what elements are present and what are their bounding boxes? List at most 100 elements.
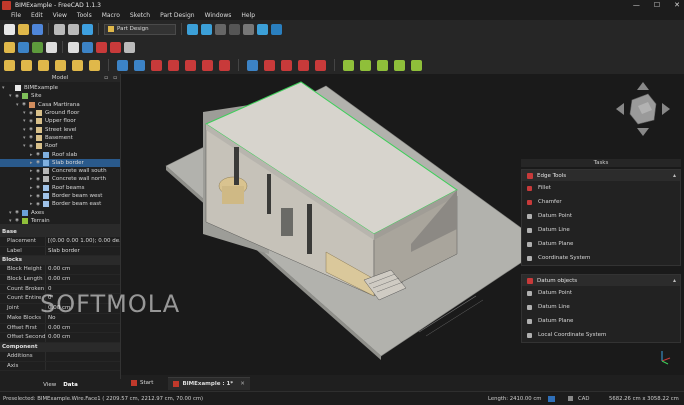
tree-item[interactable]: ▾ ◉ Axes [0, 208, 120, 216]
tree-item[interactable]: ▾ ◉ Roof [0, 142, 120, 150]
visibility-eye-icon[interactable]: ◉ [15, 210, 22, 215]
nav-arrow-right-icon[interactable] [662, 103, 670, 115]
groove-icon[interactable] [151, 59, 162, 71]
task-item[interactable]: Chamfer [522, 195, 680, 209]
visibility-eye-icon[interactable]: ◉ [29, 127, 36, 132]
property-value[interactable]: 0.00 cm [45, 304, 120, 313]
clone-icon[interactable] [32, 41, 43, 53]
task-item[interactable]: Coordinate System [522, 251, 680, 265]
parameters-icon[interactable] [46, 41, 57, 53]
property-value[interactable]: [(0.00 0.00 1.00); 0.00 de... [45, 237, 120, 246]
tree-item[interactable]: ▾ ◉ Street level [0, 125, 120, 133]
tree-item[interactable]: ▾ ◉ Casa Martirana [0, 101, 120, 109]
visibility-eye-icon[interactable]: ◉ [36, 152, 43, 157]
display-mode-icon[interactable] [548, 395, 555, 402]
tree-item[interactable]: ▸ ◉ Roof beams [0, 184, 120, 192]
draft-icon[interactable] [298, 59, 309, 71]
boolean-icon[interactable] [247, 59, 258, 71]
task-item[interactable]: Datum Plane [522, 314, 680, 328]
menu-tools[interactable]: Tools [72, 12, 97, 19]
property-row[interactable]: Placement [(0.00 0.00 1.00); 0.00 de... [0, 237, 120, 247]
property-section-header[interactable]: Blocks [0, 256, 120, 266]
property-row[interactable]: Block Length 0.00 cm [0, 275, 120, 285]
scaled-icon[interactable] [411, 59, 422, 71]
tab-close-icon[interactable]: ✕ [240, 381, 245, 387]
multi-transform-icon[interactable] [394, 59, 405, 71]
hole-icon[interactable] [134, 59, 145, 71]
menu-windows[interactable]: Windows [200, 12, 237, 19]
fit-selection-icon[interactable] [201, 23, 212, 35]
property-value[interactable]: 0 [45, 284, 120, 294]
tree-item[interactable]: ▾ ◉ Terrain [0, 217, 120, 224]
subtractive-helix-icon[interactable] [202, 59, 213, 71]
property-value[interactable] [45, 351, 120, 361]
visibility-eye-icon[interactable]: ◉ [29, 135, 36, 140]
select-icon[interactable] [68, 41, 79, 53]
task-group-header[interactable]: Edge Tools ▴ [522, 170, 680, 181]
subtractive-box-icon[interactable] [219, 59, 230, 71]
new-document-icon[interactable] [4, 23, 15, 35]
view-isometric-icon[interactable] [243, 23, 254, 35]
task-item[interactable]: Datum Point [522, 209, 680, 223]
mirrored-icon[interactable] [343, 59, 354, 71]
tree-item[interactable]: ▸ ◉ Concrete wall north [0, 175, 120, 183]
datum-point-icon[interactable] [110, 41, 121, 53]
pocket-icon[interactable] [117, 59, 128, 71]
tree-item[interactable]: ▾ ◉ Site [0, 92, 120, 100]
pad-icon[interactable] [4, 59, 15, 71]
tree-item[interactable]: ▾ BIMExample [0, 84, 120, 92]
property-row[interactable]: Count Entire 0 [0, 294, 120, 305]
visibility-eye-icon[interactable]: ◉ [36, 169, 43, 174]
task-item[interactable]: Local Coordinate System [522, 328, 680, 342]
collapse-chevron-icon[interactable]: ▴ [673, 277, 676, 284]
visibility-eye-icon[interactable]: ◉ [36, 160, 43, 165]
property-value[interactable]: 0.00 cm [45, 323, 120, 333]
navigation-cube[interactable] [612, 78, 674, 140]
nav-arrow-left-icon[interactable] [616, 103, 624, 115]
task-group-header[interactable]: Datum objects ▴ [522, 275, 680, 286]
fit-all-icon[interactable] [187, 23, 198, 35]
task-item[interactable]: Datum Plane [522, 237, 680, 251]
menu-macro[interactable]: Macro [97, 12, 125, 19]
validate-sketch-icon[interactable] [96, 41, 107, 53]
workbench-selector[interactable]: Part Design [104, 23, 176, 35]
task-item[interactable]: Datum Point [522, 286, 680, 300]
property-row[interactable]: Block Height 0.00 cm [0, 265, 120, 276]
maximize-button[interactable]: ☐ [654, 1, 660, 9]
thickness-icon[interactable] [315, 59, 326, 71]
view-front-icon[interactable] [257, 23, 268, 35]
expand-arrow-icon[interactable]: ▾ [2, 85, 8, 91]
tree-item[interactable]: ▾ ◉ Ground floor [0, 109, 120, 117]
menu-edit[interactable]: Edit [26, 12, 48, 19]
tree-item[interactable]: ▸ ◉ Border beam east [0, 200, 120, 208]
polar-pattern-icon[interactable] [377, 59, 388, 71]
visibility-eye-icon[interactable]: ◉ [29, 119, 36, 124]
datum-line-icon[interactable] [124, 41, 135, 53]
undo-icon[interactable] [54, 23, 65, 35]
chamfer-icon[interactable] [281, 59, 292, 71]
tab-bimexample[interactable]: BIMExample : 1* ✕ [168, 376, 250, 390]
tree-item[interactable]: ▾ ◉ Basement [0, 134, 120, 142]
property-row[interactable]: Label Slab border [0, 246, 120, 257]
bounding-box-icon[interactable] [229, 23, 240, 35]
additive-helix-icon[interactable] [72, 59, 83, 71]
draw-style-icon[interactable] [215, 23, 226, 35]
minimize-button[interactable]: — [633, 1, 640, 9]
tree-item[interactable]: ▸ ◉ Slab border [0, 158, 120, 167]
property-row[interactable]: Joint 0.00 cm [0, 304, 120, 314]
property-value[interactable] [45, 361, 120, 371]
property-section-header[interactable]: Base [0, 228, 120, 237]
redo-icon[interactable] [68, 23, 79, 35]
visibility-eye-icon[interactable]: ◉ [22, 102, 29, 107]
property-row[interactable]: Count Broken 0 [0, 284, 120, 295]
task-item[interactable]: Fillet [522, 181, 680, 195]
property-row[interactable]: Axis [0, 361, 120, 372]
nav-arrow-up-icon[interactable] [637, 82, 649, 90]
open-folder-icon[interactable] [18, 23, 29, 35]
property-value[interactable]: 0.00 cm [45, 333, 120, 342]
close-button[interactable]: ✕ [674, 1, 680, 9]
visibility-eye-icon[interactable]: ◉ [29, 144, 36, 149]
property-section-header[interactable]: Component [0, 342, 120, 352]
navigation-style-label[interactable]: CAD [578, 396, 589, 402]
nav-arrow-down-icon[interactable] [637, 128, 649, 136]
